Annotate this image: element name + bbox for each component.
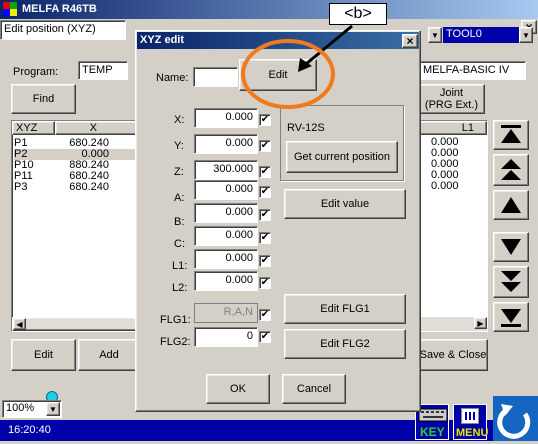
annotation-overlay [241,24,353,109]
annotation-circle [241,39,335,109]
